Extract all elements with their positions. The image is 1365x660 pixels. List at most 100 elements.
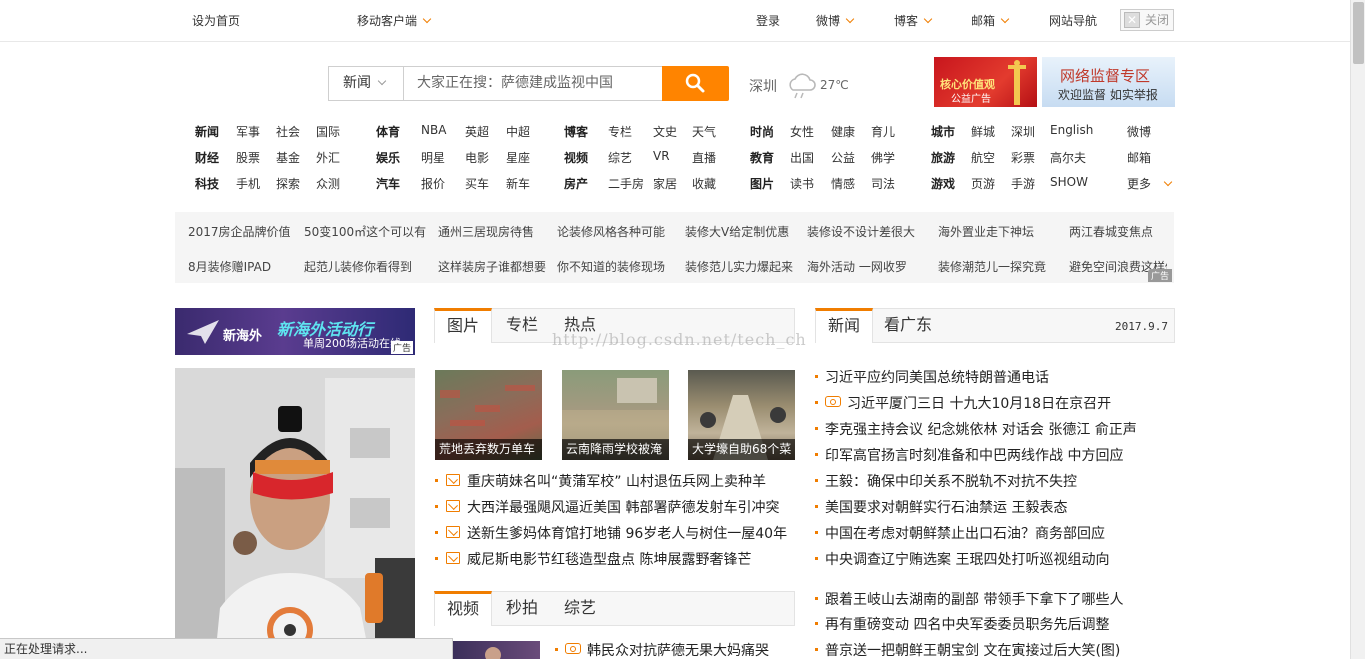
close-button[interactable]: ✕ 关闭 (1120, 9, 1174, 31)
supervision-zone-ad[interactable]: 网络监督专区 欢迎监督 如实举报 (1042, 57, 1175, 107)
promo-link[interactable]: 海外置业走下神坛 (938, 223, 1034, 240)
nav-link[interactable]: 娱乐 (376, 149, 400, 166)
nav-link[interactable]: 外汇 (316, 149, 340, 166)
nav-link[interactable]: 航空 (971, 149, 995, 166)
nav-link[interactable]: 文史 (653, 123, 677, 140)
promo-link[interactable]: 通州三居现房待售 (438, 223, 534, 240)
nav-link[interactable]: 汽车 (376, 175, 400, 192)
nav-link[interactable]: 直播 (692, 149, 716, 166)
nav-link[interactable]: 鲜城 (971, 123, 995, 140)
news-item[interactable]: 跟着王岐山去湖南的副部 带领手下拿下了哪些人 (815, 589, 1123, 609)
nav-link[interactable]: 佛学 (871, 149, 895, 166)
nav-link[interactable]: 旅游 (931, 149, 955, 166)
news-item[interactable]: 普京送一把朝鲜王朝宝剑 文在寅接过后大笑(图) (815, 640, 1120, 660)
vertical-scrollbar[interactable] (1350, 0, 1365, 659)
photo-news-item[interactable]: 送新生爹妈体育馆打地铺 96岁老人与树住一屋40年 (435, 523, 787, 543)
photo-news-item[interactable]: 重庆萌妹名叫“黄蒲军校” 山村退伍兵网上卖种羊 (435, 471, 766, 491)
nav-link[interactable]: 明星 (421, 149, 445, 166)
search-channel-select[interactable]: 新闻 (328, 66, 404, 101)
news-item[interactable]: 中央调查辽宁贿选案 王珉四处打听巡视组动向 (815, 549, 1109, 569)
photo-thumb[interactable]: 荒地丢弃数万单车 (435, 370, 542, 460)
nav-link[interactable]: 探索 (276, 175, 300, 192)
mail-menu[interactable]: 邮箱 (971, 12, 1010, 29)
nav-link[interactable]: 收藏 (692, 175, 716, 192)
nav-link[interactable]: 房产 (564, 175, 588, 192)
promo-link[interactable]: 论装修风格各种可能 (557, 223, 665, 240)
nav-link[interactable]: 社会 (276, 123, 300, 140)
news-item[interactable]: 中国在考虑对朝鲜禁止出口石油？商务部回应 (815, 523, 1105, 543)
promo-link[interactable]: 这样装房子谁都想要 (438, 258, 546, 275)
promo-link[interactable]: 2017房企品牌价值 (188, 223, 291, 240)
nav-link[interactable]: 健康 (831, 123, 855, 140)
nav-link[interactable]: 基金 (276, 149, 300, 166)
nav-link[interactable]: 公益 (831, 149, 855, 166)
photo-thumb[interactable]: 大学壕自助68个菜 (688, 370, 795, 460)
nav-link[interactable]: 女性 (790, 123, 814, 140)
nav-link[interactable]: 游戏 (931, 175, 955, 192)
news-item[interactable]: 美国要求对朝鲜实行石油禁运 王毅表态 (815, 497, 1067, 517)
nav-link[interactable]: 中超 (506, 123, 530, 140)
weather-widget[interactable]: 深圳 27℃ (749, 73, 849, 99)
nav-link[interactable]: 财经 (195, 149, 219, 166)
nav-link[interactable]: 司法 (871, 175, 895, 192)
nav-link[interactable]: 城市 (931, 123, 955, 140)
nav-link[interactable]: 微博 (1127, 123, 1151, 140)
nav-link[interactable]: 国际 (316, 123, 340, 140)
nav-link[interactable]: 综艺 (608, 149, 632, 166)
site-nav-link[interactable]: 网站导航 (1049, 12, 1097, 29)
nav-link[interactable]: 手机 (236, 175, 260, 192)
nav-link[interactable]: SHOW (1050, 175, 1088, 189)
nav-link[interactable]: 家居 (653, 175, 677, 192)
nav-link[interactable]: 情感 (831, 175, 855, 192)
scrollbar-thumb[interactable] (1353, 2, 1364, 64)
photo-thumb[interactable]: 云南降雨学校被淹 (562, 370, 669, 460)
nav-link[interactable]: 出国 (790, 149, 814, 166)
nav-link[interactable]: 图片 (750, 175, 774, 192)
nav-link[interactable]: 股票 (236, 149, 260, 166)
search-button[interactable] (662, 66, 729, 101)
news-item[interactable]: 再有重磅变动 四名中央军委委员职务先后调整 (815, 614, 1109, 634)
nav-link[interactable]: 更多 (1127, 175, 1151, 192)
nav-link[interactable]: 众测 (316, 175, 340, 192)
mobile-client-link[interactable]: 移动客户端 (357, 12, 432, 29)
nav-link[interactable]: VR (653, 149, 670, 163)
search-input[interactable]: 大家正在搜：萨德建成监视中国 (403, 66, 663, 101)
nav-link[interactable]: 深圳 (1011, 123, 1035, 140)
nav-link[interactable]: 星座 (506, 149, 530, 166)
nav-link[interactable]: 育儿 (871, 123, 895, 140)
promo-link[interactable]: 50变100㎡这个可以有 (304, 223, 426, 240)
nav-link[interactable]: 二手房 (608, 175, 644, 192)
news-item[interactable]: 习近平应约同美国总统特朗普通电话 (815, 367, 1049, 387)
headline-photo[interactable] (175, 368, 415, 659)
promo-link[interactable]: 你不知道的装修现场 (557, 258, 665, 275)
news-item[interactable]: 王毅：确保中印关系不脱轨不对抗不失控 (815, 471, 1077, 491)
nav-link[interactable]: 军事 (236, 123, 260, 140)
tab-guangdong[interactable]: 看广东 (874, 308, 942, 343)
nav-link[interactable]: 英超 (465, 123, 489, 140)
nav-link[interactable]: 教育 (750, 149, 774, 166)
nav-link[interactable]: 体育 (376, 123, 400, 140)
nav-link[interactable]: NBA (421, 123, 446, 137)
promo-link[interactable]: 装修潮范儿一探究竟 (938, 258, 1046, 275)
tab-photos[interactable]: 图片 (434, 308, 492, 343)
tab-variety[interactable]: 综艺 (550, 591, 610, 626)
promo-link[interactable]: 装修范儿实力爆起来 (685, 258, 793, 275)
video-thumb[interactable] (453, 641, 540, 659)
weibo-menu[interactable]: 微博 (816, 12, 855, 29)
nav-link[interactable]: 博客 (564, 123, 588, 140)
login-link[interactable]: 登录 (756, 12, 780, 29)
overseas-activity-ad[interactable]: 新海外 新海外活动行 单周200场活动在线 广告 (175, 308, 415, 355)
promo-link[interactable]: 装修设不设计差很大 (807, 223, 915, 240)
nav-link[interactable]: 买车 (465, 175, 489, 192)
tab-video[interactable]: 视频 (434, 591, 492, 626)
nav-link[interactable]: 邮箱 (1127, 149, 1151, 166)
nav-link[interactable]: 页游 (971, 175, 995, 192)
promo-link[interactable]: 装修大V给定制优惠 (685, 223, 789, 240)
video-news-item[interactable]: 韩民众对抗萨德无果大妈痛哭 (555, 640, 769, 660)
nav-link[interactable]: 视频 (564, 149, 588, 166)
promo-link[interactable]: 8月装修赠IPAD (188, 258, 271, 275)
nav-link[interactable]: 高尔夫 (1050, 149, 1086, 166)
set-homepage-link[interactable]: 设为首页 (192, 12, 240, 29)
nav-link[interactable]: 科技 (195, 175, 219, 192)
nav-link[interactable]: 读书 (790, 175, 814, 192)
